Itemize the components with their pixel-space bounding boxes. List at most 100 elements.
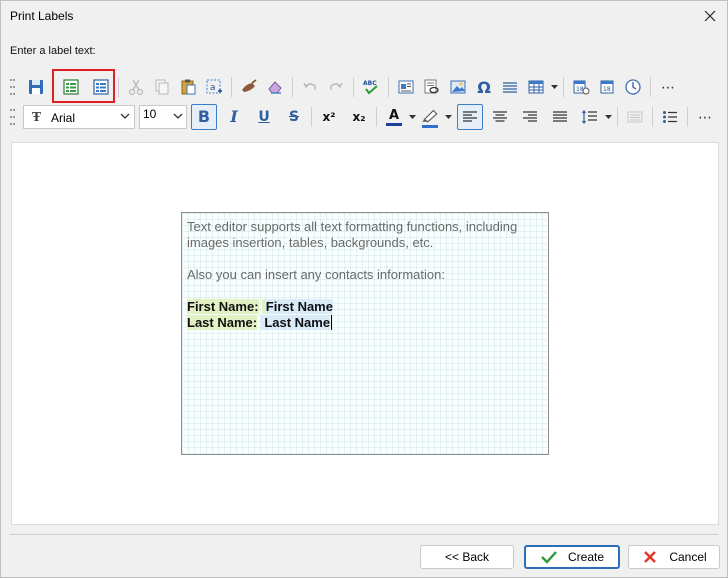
font-color-icon: A [388,107,400,123]
save-button[interactable] [23,74,49,100]
caret-down-icon [408,115,416,119]
title-bar: Print Labels [1,1,727,32]
font-size-value: 10 [143,107,157,121]
clear-formatting-button[interactable] [262,74,288,100]
more-options-button-1[interactable]: ⋯ [655,74,681,100]
field-list-blue-icon [93,79,109,95]
last-name-field[interactable]: Last Name [264,315,331,330]
undo-button[interactable] [297,74,323,100]
svg-text:18: 18 [603,86,611,93]
toolbar-grip[interactable] [9,79,17,95]
strikethrough-icon: S [288,109,300,125]
table-dropdown[interactable] [549,85,559,89]
scissors-icon [128,79,144,96]
font-size-select[interactable]: 10 [139,105,187,129]
align-center-button[interactable] [487,104,513,130]
back-button[interactable]: << Back [420,545,514,569]
line-spacing-button[interactable] [577,104,603,130]
highlight-color-swatch [422,125,438,128]
insert-horizontal-line-button[interactable] [497,74,523,100]
align-right-icon [523,111,537,122]
omega-icon: Ω [477,77,491,97]
last-name-line: Last Name: Last Name [187,315,543,331]
save-icon [29,80,43,94]
superscript-button[interactable]: x² [316,104,342,130]
bold-button[interactable]: B [191,104,217,130]
insert-date-field-button[interactable]: 18 [594,74,620,100]
bullet-list-button[interactable] [657,104,683,130]
bold-icon: B [197,107,211,126]
align-left-icon [463,111,477,122]
insert-contact-fields-button[interactable] [88,74,114,100]
toolbar-row-2: Ŧ Arial 10 B I U S x² x₂ A ⋯ [9,103,718,131]
indent-button[interactable] [622,104,648,130]
create-button-label: Create [567,550,605,564]
table-icon [528,80,544,94]
create-button[interactable]: Create [524,545,620,569]
indent-icon [627,111,643,123]
first-name-line: First Name: First Name [187,299,543,315]
paint-brush-icon [242,79,257,92]
svg-text:a: a [210,83,216,93]
first-name-field[interactable]: First Name [265,299,333,314]
intro-text: Text editor supports all text formatting… [187,219,518,250]
more-icon: ⋯ [698,108,712,125]
redo-button[interactable] [323,74,349,100]
insert-image-button[interactable] [445,74,471,100]
align-right-button[interactable] [517,104,543,130]
strikethrough-button[interactable]: S [281,104,307,130]
insert-time-button[interactable] [620,74,646,100]
toolbar-grip[interactable] [9,109,17,125]
highlight-color-button[interactable] [417,104,443,130]
clipboard-icon [181,79,196,95]
insert-link-button[interactable] [419,74,445,100]
contacts-note-text: Also you can insert any contacts informa… [187,267,445,282]
subscript-button[interactable]: x₂ [346,104,372,130]
insert-symbol-button[interactable]: Ω [471,74,497,100]
spell-check-button[interactable]: ABC [358,74,384,100]
italic-button[interactable]: I [221,104,247,130]
checkmark-icon [541,551,557,564]
back-button-label: << Back [444,550,490,564]
highlight-color-dropdown[interactable] [443,115,453,119]
font-color-dropdown[interactable] [407,115,417,119]
last-name-label: Last Name: [187,315,258,330]
text-caret [331,315,333,330]
select-all-button[interactable]: a [201,74,227,100]
insert-text-box-button[interactable] [393,74,419,100]
italic-icon: I [230,107,238,126]
caret-down-icon [550,85,558,89]
horizontal-line-icon [503,82,517,93]
more-icon: ⋯ [661,78,675,95]
footer-divider [10,534,718,535]
toolbar-row-1: a ABC Ω 18 18 ⋯ [9,73,681,101]
copy-icon [155,79,169,95]
background-button[interactable] [236,74,262,100]
select-all-icon: a [206,79,222,94]
label-canvas[interactable]: Text editor supports all text formatting… [181,212,549,455]
editor-area[interactable]: Text editor supports all text formatting… [11,142,719,525]
align-left-button[interactable] [457,104,483,130]
close-icon [704,10,716,22]
paste-button[interactable] [175,74,201,100]
chevron-down-icon [120,113,130,119]
cut-button[interactable] [123,74,149,100]
svg-text:ABC: ABC [363,80,377,87]
calendar-icon: 18 [573,80,590,95]
close-button[interactable] [699,5,721,27]
font-color-button[interactable]: A [381,104,407,130]
copy-button[interactable] [149,74,175,100]
subscript-icon: x₂ [352,110,366,124]
insert-field-button[interactable] [58,74,84,100]
insert-date-button[interactable]: 18 [568,74,594,100]
line-spacing-dropdown[interactable] [603,115,613,119]
align-justify-button[interactable] [547,104,573,130]
underline-button[interactable]: U [251,104,277,130]
font-family-select[interactable]: Ŧ Arial [23,105,135,129]
cancel-button[interactable]: Cancel [628,545,720,569]
more-options-button-2[interactable]: ⋯ [692,104,718,130]
redo-icon [330,82,343,90]
bullet-list-icon [663,111,677,123]
insert-table-button[interactable] [523,74,549,100]
print-labels-window: Print Labels Enter a label text: a ABC Ω… [0,0,728,578]
